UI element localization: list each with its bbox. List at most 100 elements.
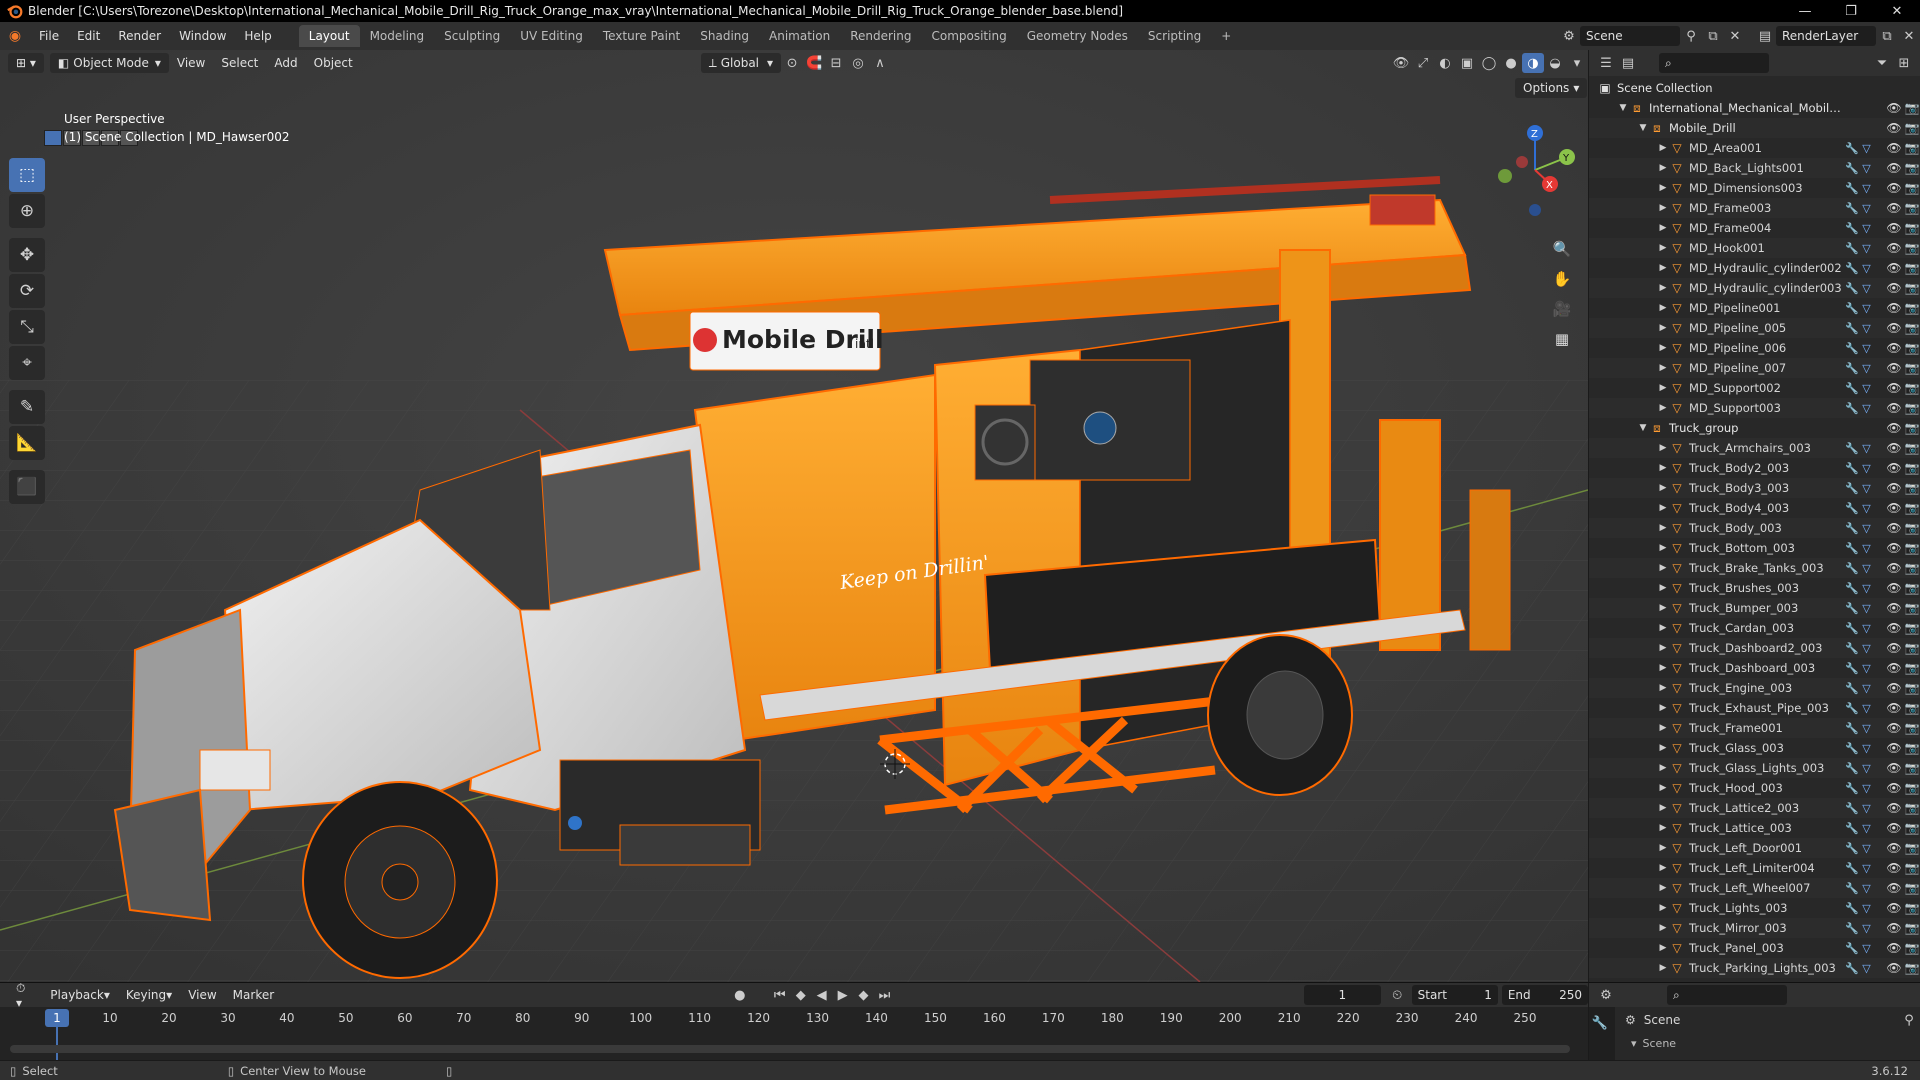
visibility-eye-icon[interactable]: 👁	[1885, 701, 1903, 715]
end-frame-field[interactable]: End 250	[1501, 985, 1589, 1005]
solid-shading-icon[interactable]: ●	[1500, 53, 1522, 73]
visibility-eye-icon[interactable]: 👁	[1885, 401, 1903, 415]
modifier-icon[interactable]: 🔧 ▽	[1845, 802, 1885, 815]
render-camera-icon[interactable]: 📷	[1903, 121, 1920, 135]
render-camera-icon[interactable]: 📷	[1903, 821, 1920, 835]
render-camera-icon[interactable]: 📷	[1903, 561, 1920, 575]
expanded-arrow-icon[interactable]: ▼	[1617, 103, 1629, 113]
collapsed-arrow-icon[interactable]: ▶	[1657, 183, 1669, 193]
outliner-object-row[interactable]: ▶ ▽ Truck_Lattice_003 🔧 ▽ 👁 📷	[1589, 818, 1920, 838]
visibility-eye-icon[interactable]: 👁	[1885, 801, 1903, 815]
modifier-icon[interactable]: 🔧 ▽	[1845, 662, 1885, 675]
new-layer-icon[interactable]: ⧉	[1876, 26, 1898, 46]
modifier-icon[interactable]: 🔧 ▽	[1845, 262, 1885, 275]
outliner-object-row[interactable]: ▶ ▽ Truck_Mirror_003 🔧 ▽ 👁 📷	[1589, 918, 1920, 938]
gizmo-neg-y-icon[interactable]	[1498, 169, 1512, 183]
modifier-icon[interactable]: 🔧 ▽	[1845, 682, 1885, 695]
render-camera-icon[interactable]: 📷	[1903, 781, 1920, 795]
render-camera-icon[interactable]: 📷	[1903, 481, 1920, 495]
tab-texture-paint[interactable]: Texture Paint	[593, 25, 690, 47]
add-workspace-icon[interactable]: +	[1211, 25, 1241, 47]
timeline-ruler[interactable]: 10 20 30 40 50 60 70 80 90 100 110 120 130 140 150 160 1…	[0, 1007, 1588, 1061]
collapsed-arrow-icon[interactable]: ▶	[1657, 643, 1669, 653]
outliner-object-row[interactable]: ▶ ▽ Truck_Lattice2_003 🔧 ▽ 👁 📷	[1589, 798, 1920, 818]
filter-icon[interactable]: ⏷	[1871, 53, 1893, 73]
modifier-icon[interactable]: 🔧 ▽	[1845, 342, 1885, 355]
tab-layout[interactable]: Layout	[298, 25, 360, 47]
wireframe-shading-icon[interactable]: ◯	[1478, 53, 1500, 73]
menu-file[interactable]: File	[30, 29, 68, 43]
menu-window[interactable]: Window	[170, 29, 235, 43]
minimize-icon[interactable]: —	[1782, 4, 1828, 19]
current-frame-field[interactable]: 1	[1304, 985, 1381, 1005]
close-icon[interactable]: ✕	[1874, 4, 1920, 19]
pan-hand-icon[interactable]: ✋	[1548, 265, 1576, 293]
modifier-icon[interactable]: 🔧 ▽	[1845, 282, 1885, 295]
outliner-collection-row[interactable]: ▼ ⧈ Truck_group 👁 📷	[1589, 418, 1920, 438]
xray-icon[interactable]: ▣	[1456, 53, 1478, 73]
visibility-eye-icon[interactable]: 👁	[1885, 461, 1903, 475]
expanded-arrow-icon[interactable]: ▼	[1637, 423, 1649, 433]
mode-selector[interactable]: ◧ Object Mode ▾	[49, 53, 169, 73]
properties-editor-type-icon[interactable]: ⚙	[1595, 985, 1617, 1005]
render-camera-icon[interactable]: 📷	[1903, 881, 1920, 895]
timeline-menu-view[interactable]: View	[180, 985, 224, 1005]
proportional-edit-icon[interactable]: ◎	[847, 53, 869, 73]
outliner-object-row[interactable]: ▶ ▽ MD_Hydraulic_cylinder002 🔧 ▽ 👁 📷	[1589, 258, 1920, 278]
outliner-object-row[interactable]: ▶ ▽ Truck_Glass_Lights_003 🔧 ▽ 👁 📷	[1589, 758, 1920, 778]
modifier-icon[interactable]: 🔧 ▽	[1845, 922, 1885, 935]
visibility-eye-icon[interactable]: 👁	[1885, 261, 1903, 275]
collapsed-arrow-icon[interactable]: ▶	[1657, 163, 1669, 173]
snap-target-icon[interactable]: ⊟	[825, 53, 847, 73]
modifier-icon[interactable]: 🔧 ▽	[1845, 702, 1885, 715]
visibility-eye-icon[interactable]: 👁	[1885, 501, 1903, 515]
playhead[interactable]: 1	[45, 1009, 69, 1027]
outliner-object-row[interactable]: ▶ ▽ Truck_Body_003 🔧 ▽ 👁 📷	[1589, 518, 1920, 538]
visibility-eye-icon[interactable]: 👁	[1885, 641, 1903, 655]
tab-compositing[interactable]: Compositing	[921, 25, 1016, 47]
render-camera-icon[interactable]: 📷	[1903, 201, 1920, 215]
modifier-icon[interactable]: 🔧 ▽	[1845, 322, 1885, 335]
render-camera-icon[interactable]: 📷	[1903, 181, 1920, 195]
rotate-tool-icon[interactable]: ⟳	[9, 274, 45, 308]
visibility-eye-icon[interactable]: 👁	[1885, 721, 1903, 735]
select-new-icon[interactable]	[44, 130, 62, 146]
properties-search-input[interactable]: ⌕	[1667, 985, 1787, 1005]
material-shading-icon[interactable]: ◑	[1522, 53, 1544, 73]
outliner-object-row[interactable]: ▶ ▽ Truck_Body4_003 🔧 ▽ 👁 📷	[1589, 498, 1920, 518]
delete-layer-icon[interactable]: ✕	[1898, 26, 1920, 46]
outliner-object-row[interactable]: ▶ ▽ Truck_Frame001 🔧 ▽ 👁 📷	[1589, 718, 1920, 738]
modifier-icon[interactable]: 🔧 ▽	[1845, 242, 1885, 255]
visibility-eye-icon[interactable]: 👁	[1885, 101, 1903, 115]
collapsed-arrow-icon[interactable]: ▶	[1657, 343, 1669, 353]
visibility-eye-icon[interactable]: 👁	[1885, 601, 1903, 615]
outliner-object-row[interactable]: ▶ ▽ Truck_Hood_003 🔧 ▽ 👁 📷	[1589, 778, 1920, 798]
render-camera-icon[interactable]: 📷	[1903, 661, 1920, 675]
blender-menu-icon[interactable]: ◉	[0, 28, 30, 44]
overlay-toggle-icon[interactable]: ◐	[1434, 53, 1456, 73]
modifier-icon[interactable]: 🔧 ▽	[1845, 902, 1885, 915]
play-icon[interactable]: ▶	[832, 985, 853, 1005]
visibility-eye-icon[interactable]: 👁	[1885, 341, 1903, 355]
outliner-object-row[interactable]: ▶ ▽ MD_Dimensions003 🔧 ▽ 👁 📷	[1589, 178, 1920, 198]
render-camera-icon[interactable]: 📷	[1903, 501, 1920, 515]
outliner-object-row[interactable]: ▶ ▽ Truck_Exhaust_Pipe_003 🔧 ▽ 👁 📷	[1589, 698, 1920, 718]
visibility-eye-icon[interactable]: 👁	[1885, 361, 1903, 375]
annotate-tool-icon[interactable]: ✎	[9, 390, 45, 424]
outliner-object-row[interactable]: ▶ ▽ MD_Frame003 🔧 ▽ 👁 📷	[1589, 198, 1920, 218]
outliner-collection-row[interactable]: ▼ ⧈ Mobile_Drill 👁 📷	[1589, 118, 1920, 138]
render-camera-icon[interactable]: 📷	[1903, 761, 1920, 775]
delete-scene-icon[interactable]: ✕	[1724, 26, 1746, 46]
3d-viewport[interactable]: Mobile Drill intl Keep on Drillin' ⊞ ▾ ◧…	[0, 50, 1588, 982]
collapsed-arrow-icon[interactable]: ▶	[1657, 603, 1669, 613]
visibility-eye-icon[interactable]: 👁	[1885, 181, 1903, 195]
visibility-eye-icon[interactable]: 👁	[1885, 901, 1903, 915]
select-box-tool-icon[interactable]: ⬚	[9, 158, 45, 192]
viewport-menu-view[interactable]: View	[169, 53, 213, 73]
outliner-object-row[interactable]: ▶ ▽ Truck_Dashboard_003 🔧 ▽ 👁 📷	[1589, 658, 1920, 678]
timeline-menu-playback[interactable]: Playback ▾	[42, 985, 118, 1005]
outliner-object-row[interactable]: ▶ ▽ MD_Pipeline_006 🔧 ▽ 👁 📷	[1589, 338, 1920, 358]
collapsed-arrow-icon[interactable]: ▶	[1657, 383, 1669, 393]
modifier-icon[interactable]: 🔧 ▽	[1845, 942, 1885, 955]
visibility-eye-icon[interactable]: 👁	[1885, 241, 1903, 255]
